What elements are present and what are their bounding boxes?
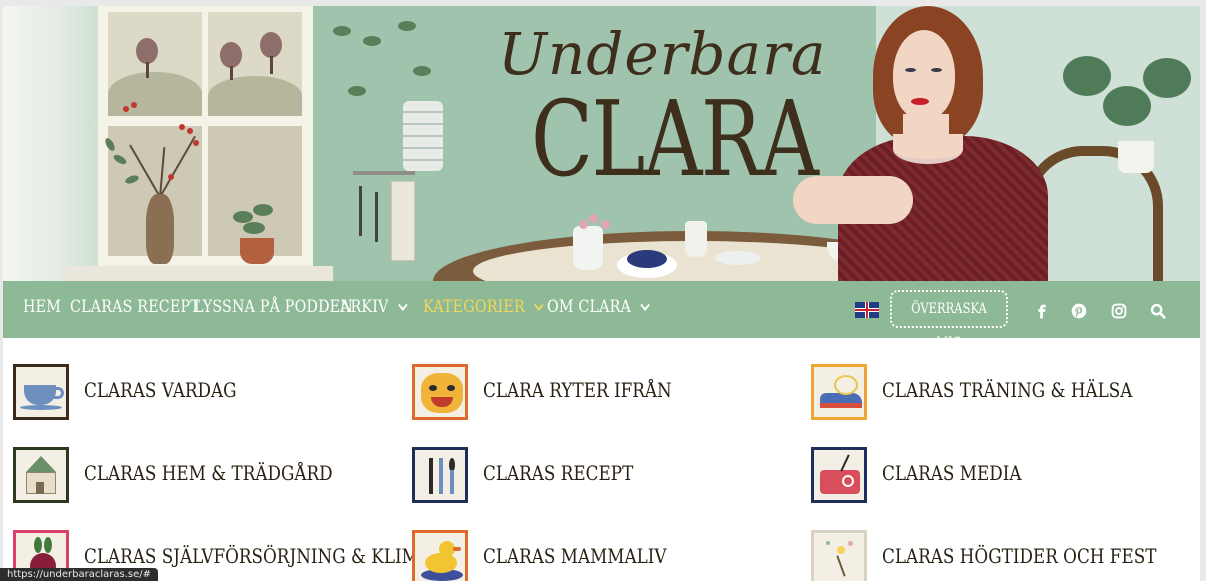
chevron-down-icon [397, 299, 408, 311]
nav-item-kategorier[interactable]: KATEGORIER [423, 297, 544, 317]
category-claras-recept[interactable]: CLARAS RECEPT [412, 447, 792, 505]
plant-pot-illustration [240, 238, 274, 264]
category-label: CLARA RYTER IFRÅN [483, 378, 672, 402]
instagram-icon[interactable] [1108, 300, 1130, 322]
chevron-down-icon [640, 299, 650, 311]
category-claras-vardag[interactable]: CLARAS VARDAG [13, 364, 393, 422]
category-claras-hogtider-och-fest[interactable]: CLARAS HÖGTIDER OCH FEST [811, 530, 1200, 581]
rubber-duck-icon [412, 530, 468, 581]
chevron-down-icon [534, 299, 544, 311]
logo-main-text[interactable]: CLARA [531, 78, 819, 200]
surprise-me-button[interactable]: ÖVERRASKA MIG [890, 290, 1008, 351]
tiger-icon [412, 364, 468, 420]
tea-towel-illustration [391, 181, 415, 261]
uk-flag-icon[interactable] [855, 302, 879, 318]
category-label: CLARAS RECEPT [483, 461, 634, 485]
kitchen-shelf [353, 171, 415, 175]
category-label: CLARAS VARDAG [84, 378, 237, 402]
clara-illustration [793, 6, 1093, 281]
header-banner[interactable]: Underbara CLARA [3, 6, 1200, 281]
page-frame: Underbara CLARA HEM CLARAS RECEPT LYSSNA… [3, 6, 1200, 581]
teacup-icon [13, 364, 69, 420]
cutlery-icon [412, 447, 468, 503]
category-label: CLARAS TRÄNING & HÄLSA [882, 378, 1133, 402]
category-label: CLARAS HEM & TRÄDGÅRD [84, 461, 333, 485]
category-claras-hem-tradgard[interactable]: CLARAS HEM & TRÄDGÅRD [13, 447, 393, 505]
nav-item-hem[interactable]: HEM [23, 297, 61, 317]
sparkler-icon [811, 530, 867, 581]
pitcher-illustration [685, 221, 707, 257]
window-ledge [63, 266, 333, 281]
nav-item-arkiv[interactable]: ARKIV [340, 297, 408, 317]
plant-pot-right [1118, 141, 1154, 173]
radio-icon [811, 447, 867, 503]
sneaker-icon [811, 364, 867, 420]
category-label: CLARAS MEDIA [882, 461, 1022, 485]
category-label: CLARAS HÖGTIDER OCH FEST [882, 544, 1157, 568]
vase-illustration [146, 194, 174, 264]
facebook-icon[interactable] [1031, 300, 1053, 322]
category-claras-traning-halsa[interactable]: CLARAS TRÄNING & HÄLSA [811, 364, 1200, 422]
search-icon[interactable] [1147, 300, 1169, 322]
nav-item-claras-recept[interactable]: CLARAS RECEPT [70, 297, 200, 317]
main-navigation: HEM CLARAS RECEPT LYSSNA PÅ PODDEN ARKIV… [3, 281, 1200, 338]
stacked-cups-illustration [403, 101, 443, 171]
category-clara-ryter-ifran[interactable]: CLARA RYTER IFRÅN [412, 364, 792, 422]
curtain-illustration [3, 6, 98, 281]
window-illustration [98, 6, 313, 268]
category-claras-media[interactable]: CLARAS MEDIA [811, 447, 1200, 505]
nav-item-lyssna-pa-podden[interactable]: LYSSNA PÅ PODDEN [194, 297, 353, 317]
house-icon [13, 447, 69, 503]
nav-item-om-clara[interactable]: OM CLARA [547, 297, 650, 317]
flower-jar-illustration [573, 226, 603, 270]
category-claras-mammaliv[interactable]: CLARAS MAMMALIV [412, 530, 792, 581]
pinterest-icon[interactable] [1068, 300, 1090, 322]
browser-status-url: https://underbaraclaras.se/# [0, 568, 158, 581]
category-label: CLARAS MAMMALIV [483, 544, 667, 568]
category-label: CLARAS SJÄLVFÖRSÖRJNING & KLIMAT [84, 544, 442, 568]
